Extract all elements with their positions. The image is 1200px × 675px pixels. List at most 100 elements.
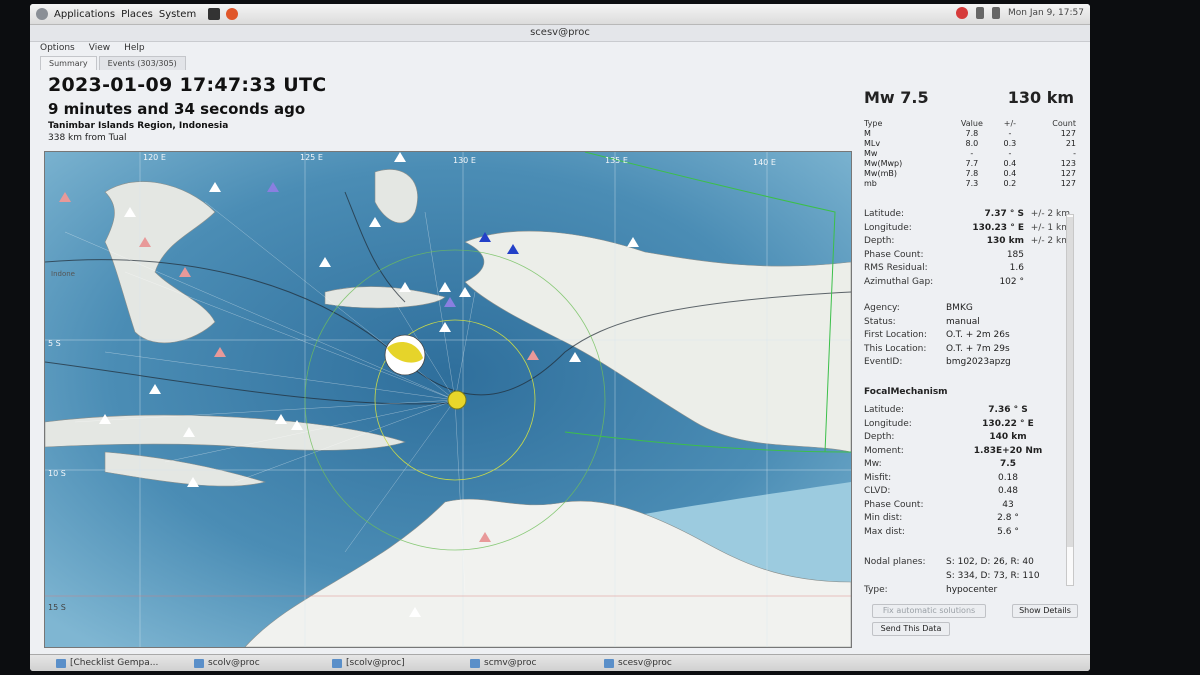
nodal-plane-2: S: 334, D: 73, R: 110	[946, 571, 1040, 581]
fm-row: Depth: 140 km	[864, 431, 1070, 444]
field-value: 130.23 ° E	[972, 222, 1024, 233]
field-label: Longitude:	[864, 222, 912, 233]
magnitude-cell: -	[970, 149, 974, 158]
origin-row: Phase Count: 185	[864, 249, 1070, 262]
field-value: 1.83E+20 Nm	[973, 445, 1043, 456]
places-menu[interactable]: Places	[121, 9, 153, 20]
fm-row: Mw: 7.5	[864, 458, 1070, 471]
field-value: 130 km	[986, 236, 1024, 246]
view-menu[interactable]: View	[89, 43, 110, 53]
lat-label-10s: 10 S	[48, 469, 66, 478]
event-map[interactable]: 120 E 125 E 130 E 135 E 140 E 5 S 10 S 1…	[44, 151, 852, 648]
field-label: First Location:	[864, 330, 927, 340]
options-menu[interactable]: Options	[40, 43, 75, 53]
field-label: Phase Count:	[864, 249, 924, 260]
field-value: 185	[1006, 249, 1024, 260]
nodal-planes-row-2: S: 334, D: 73, R: 110	[864, 570, 1070, 583]
field-uncertainty	[1024, 262, 1070, 275]
origin-row: Depth: 130 km +/- 2 km	[864, 235, 1070, 248]
event-region: Tanimbar Islands Region, Indonesia	[48, 121, 229, 131]
field-label: Depth:	[864, 236, 895, 246]
event-time: 2023-01-09 17:47:33 UTC	[48, 74, 327, 96]
lon-label-135: 135 E	[605, 156, 628, 165]
power-icon[interactable]	[956, 7, 969, 19]
tab-summary[interactable]: Summary	[40, 56, 97, 70]
show-details-button[interactable]: Show Details	[1012, 604, 1078, 618]
fm-row: Max dist: 5.6 °	[864, 526, 1070, 539]
field-value: 0.18	[997, 472, 1019, 483]
magnitude-line: Mw 7.5 130 km	[864, 88, 1074, 107]
field-label: Agency:	[864, 303, 900, 313]
summary-scrollbar[interactable]	[1066, 214, 1074, 586]
magnitude-cell: Mw	[864, 149, 878, 158]
magnitude-cell: -	[1008, 149, 1012, 158]
screen: Applications Places System Mon Jan 9, 17…	[30, 4, 1090, 671]
field-uncertainty: +/- 2 km	[1030, 236, 1070, 246]
map-canvas[interactable]: 120 E 125 E 130 E 135 E 140 E 5 S 10 S 1…	[45, 152, 851, 647]
field-label: Longitude:	[864, 418, 912, 429]
col-value: Value	[960, 119, 983, 128]
terminal-launcher-icon[interactable]	[208, 8, 221, 20]
field-uncertainty	[1024, 249, 1070, 262]
magnitude-cell: 127	[1060, 129, 1076, 138]
help-menu[interactable]: Help	[124, 43, 145, 53]
task-scesv[interactable]: scesv@proc	[604, 657, 672, 670]
system-menu[interactable]: System	[159, 9, 196, 20]
magnitude-cell: 8.0	[965, 139, 979, 148]
magnitude-cell: 0.2	[1003, 179, 1017, 188]
origin-row: Longitude: 130.23 ° E +/- 1 km	[864, 222, 1070, 235]
field-value: 130.22 ° E	[982, 418, 1034, 429]
col-uncertainty: +/-	[1003, 119, 1017, 128]
browser-launcher-icon[interactable]	[226, 8, 239, 20]
task-checklist[interactable]: [Checklist Gempa...	[56, 657, 158, 670]
magnitude-cell: Mw(mB)	[864, 169, 897, 178]
magnitude-row: M 7.8 - 127	[864, 129, 1076, 139]
magnitude-cell: MLv	[864, 139, 881, 148]
lon-label-130: 130 E	[453, 156, 476, 165]
field-label: Phase Count:	[864, 499, 924, 510]
field-label: RMS Residual:	[864, 263, 928, 273]
scrollbar-thumb[interactable]	[1067, 217, 1073, 547]
field-label: Moment:	[864, 445, 904, 456]
nodal-planes-row: Nodal planes: S: 102, D: 26, R: 40	[864, 556, 1070, 569]
beachball-icon[interactable]	[384, 334, 426, 376]
fm-row: Longitude: 130.22 ° E	[864, 418, 1070, 431]
field-label: This Location:	[864, 343, 927, 354]
field-value: 5.6 °	[997, 526, 1019, 537]
field-label: Min dist:	[864, 513, 903, 523]
field-value: bmg2023apzg	[946, 357, 1011, 367]
menu-bar: Options View Help	[30, 41, 1090, 55]
focal-mechanism-title: FocalMechanism	[864, 387, 948, 397]
lat-label-5s: 5 S	[48, 339, 61, 348]
tab-events[interactable]: Events (303/305)	[98, 56, 186, 70]
field-uncertainty	[1024, 276, 1070, 289]
task-scmv[interactable]: scmv@proc	[470, 657, 536, 670]
field-uncertainty: +/- 1 km	[1030, 222, 1070, 233]
network-icon[interactable]	[976, 7, 985, 19]
volume-icon[interactable]	[992, 7, 1001, 19]
depth-value: 130 km	[1007, 88, 1074, 107]
magnitude-cell: -	[1073, 149, 1076, 158]
epicenter-marker[interactable]	[447, 390, 467, 410]
magnitude-row: Mw - - -	[864, 149, 1076, 159]
lon-label-120: 120 E	[143, 153, 166, 162]
info-row: This Location: O.T. + 7m 29s	[864, 343, 1070, 356]
clock[interactable]: Mon Jan 9, 17:57	[1008, 8, 1084, 18]
info-row: Status: manual	[864, 316, 1070, 329]
fix-automatic-button[interactable]: Fix automatic solutions	[872, 604, 986, 618]
applications-menu[interactable]: Applications	[54, 9, 115, 20]
field-label: Mw:	[864, 459, 882, 469]
task-scolv-2[interactable]: [scolv@proc]	[332, 657, 405, 670]
fm-row: Misfit: 0.18	[864, 472, 1070, 485]
type-value: hypocenter	[946, 585, 998, 595]
send-data-button[interactable]: Send This Data	[872, 622, 950, 636]
field-label: Depth:	[864, 432, 895, 442]
col-count: Count	[1052, 119, 1076, 128]
magnitude-cell: -	[1008, 129, 1012, 138]
nodal-plane-1: S: 102, D: 26, R: 40	[946, 557, 1034, 567]
field-value: manual	[946, 316, 980, 327]
lon-label-125: 125 E	[300, 153, 323, 162]
magnitude-cell: 0.4	[1003, 169, 1017, 178]
task-scolv[interactable]: scolv@proc	[194, 657, 260, 670]
gnome-foot-icon[interactable]	[36, 8, 48, 20]
